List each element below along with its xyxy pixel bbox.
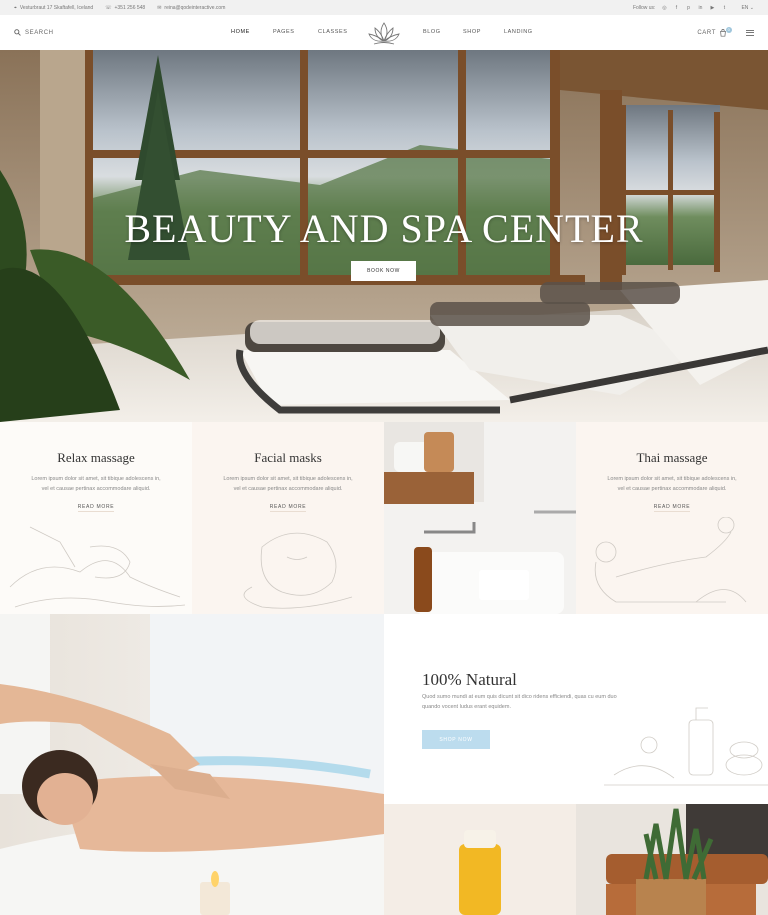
- phone-info[interactable]: ☏ +351 256 548: [105, 5, 145, 11]
- email-text[interactable]: reina@qodeinteractive.com: [164, 5, 225, 11]
- card-title: Relax massage: [57, 450, 135, 465]
- plant-stool-photo: [576, 804, 768, 915]
- service-card-thai: Thai massage Lorem ipsum dolor sit amet,…: [576, 422, 768, 614]
- card-text: Lorem ipsum dolor sit amet, sit tibique …: [223, 476, 353, 492]
- language-select[interactable]: EN ⌄: [741, 5, 754, 11]
- spa-products-line-illustration: [604, 707, 768, 786]
- nav-item-landing[interactable]: LANDING: [504, 29, 533, 35]
- mail-icon: ✉: [157, 4, 162, 11]
- card-title: Facial masks: [254, 450, 322, 465]
- product-bottle-photo: [384, 804, 576, 915]
- thai-massage-line-illustration: [594, 517, 747, 603]
- shop-now-button[interactable]: SHOP NOW: [422, 730, 490, 749]
- massage-photo: [0, 614, 384, 915]
- face-mask-line-illustration: [243, 532, 353, 609]
- nav-item-pages[interactable]: PAGES: [273, 29, 295, 35]
- card-text: Lorem ipsum dolor sit amet, sit tibique …: [31, 476, 161, 492]
- natural-section: 100% Natural Quod sumo mundi at eum quis…: [384, 614, 768, 804]
- natural-text: Quod sumo mundi at eum quis dicunt sit d…: [422, 694, 617, 710]
- topbar-right: Follow us: ◎ f p in ▶ t EN ⌄: [633, 5, 754, 11]
- massage-line-illustration: [9, 526, 186, 608]
- main-navigation: SEARCH HOME PAGES CLASSES BLOG SHOP LAND…: [0, 15, 768, 50]
- language-label: EN: [741, 4, 749, 11]
- nav-item-classes[interactable]: CLASSES: [318, 29, 348, 35]
- facebook-icon[interactable]: f: [673, 5, 679, 11]
- hero-section: BEAUTY AND SPA CENTER BOOK NOW: [0, 50, 768, 422]
- book-now-button[interactable]: BOOK NOW: [351, 261, 416, 281]
- menu: HOME PAGES CLASSES BLOG SHOP LANDING: [0, 15, 768, 50]
- card-title: Thai massage: [636, 450, 708, 465]
- address-text: Vesturbraut 17 Skaftafell, Iceland: [19, 4, 94, 11]
- twitter-icon[interactable]: t: [721, 5, 727, 11]
- youtube-icon[interactable]: ▶: [709, 5, 715, 11]
- natural-title: 100% Natural: [422, 670, 517, 689]
- instagram-icon[interactable]: ◎: [661, 5, 667, 11]
- phone-icon: ☏: [105, 4, 112, 11]
- read-more-link[interactable]: READ MORE: [77, 504, 115, 512]
- card-text: Lorem ipsum dolor sit amet, sit tibique …: [607, 476, 737, 492]
- location-icon: ⌖: [14, 4, 17, 11]
- phone-text[interactable]: +351 256 548: [114, 5, 145, 11]
- read-more-link[interactable]: READ MORE: [269, 504, 307, 512]
- address-info: ⌖ Vesturbraut 17 Skaftafell, Iceland: [14, 5, 93, 11]
- nav-item-home[interactable]: HOME: [231, 29, 250, 35]
- nav-item-blog[interactable]: BLOG: [423, 29, 441, 35]
- hero-title: BEAUTY AND SPA CENTER: [124, 206, 644, 251]
- lotus-logo[interactable]: [366, 19, 402, 47]
- email-info[interactable]: ✉ reina@qodeinteractive.com: [157, 5, 225, 11]
- linkedin-icon[interactable]: in: [697, 5, 703, 11]
- pinterest-icon[interactable]: p: [685, 5, 691, 11]
- service-card-relax: Relax massage Lorem ipsum dolor sit amet…: [0, 422, 192, 614]
- top-bar: ⌖ Vesturbraut 17 Skaftafell, Iceland ☏ +…: [0, 0, 768, 15]
- services-row: Relax massage Lorem ipsum dolor sit amet…: [0, 422, 768, 614]
- service-card-facial: Facial masks Lorem ipsum dolor sit amet,…: [192, 422, 384, 614]
- nav-item-shop[interactable]: SHOP: [463, 29, 481, 35]
- follow-label: Follow us:: [632, 4, 656, 11]
- bathroom-photo: [384, 422, 576, 614]
- read-more-link[interactable]: READ MORE: [653, 504, 691, 512]
